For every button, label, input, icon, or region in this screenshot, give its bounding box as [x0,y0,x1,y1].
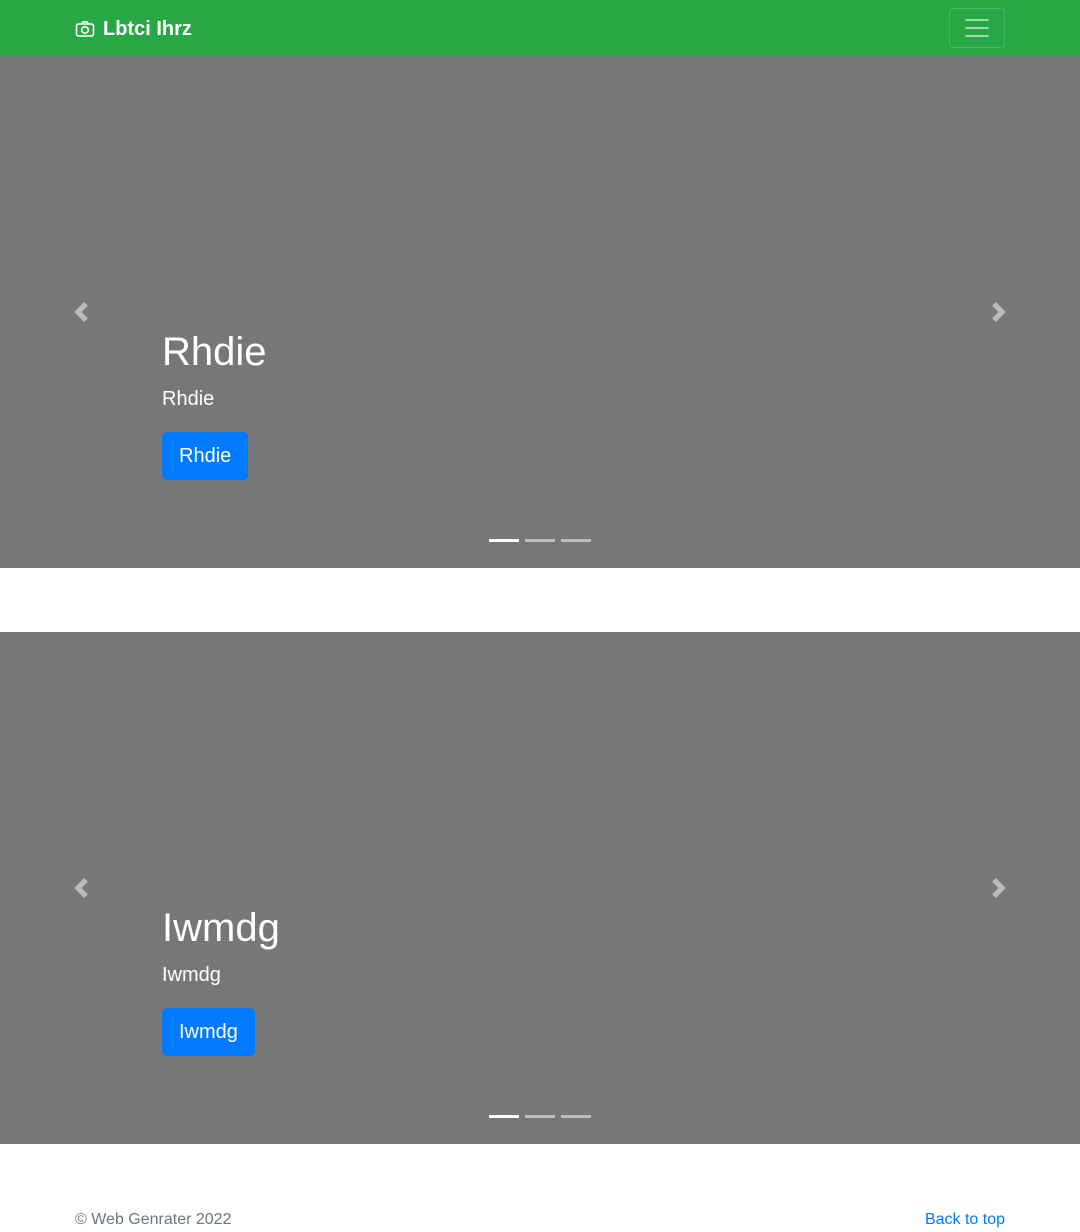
carousel-caption: Rhdie Rhdie Rhdie [162,328,918,480]
carousel-indicator-3[interactable] [561,1115,591,1118]
carousel-indicator-1[interactable] [489,1115,519,1118]
carousel-prev-button[interactable] [0,632,162,1144]
carousel-next-button[interactable] [918,56,1080,568]
carousel-1: Rhdie Rhdie Rhdie [0,56,1080,568]
carousel-indicator-2[interactable] [525,539,555,542]
carousel-prev-button[interactable] [0,56,162,568]
slide-button[interactable]: Iwmdg [162,1008,255,1056]
carousel-indicator-2[interactable] [525,1115,555,1118]
chevron-left-icon [74,302,88,322]
carousel-indicators [0,539,1080,542]
carousel-next-button[interactable] [918,632,1080,1144]
carousel-2: Iwmdg Iwmdg Iwmdg [0,632,1080,1144]
hamburger-icon [965,19,989,37]
slide-heading: Rhdie [162,330,267,374]
back-to-top-link[interactable]: Back to top [925,1210,1005,1230]
navbar: Lbtci Ihrz [0,0,1080,56]
slide-heading: Iwmdg [162,906,280,950]
copyright-text: © Web Genrater 2022 [75,1211,232,1228]
slide-text: Rhdie [162,388,215,410]
camera-icon [75,21,95,37]
carousel-caption: Iwmdg Iwmdg Iwmdg [162,904,918,1056]
chevron-left-icon [74,878,88,898]
footer: © Web Genrater 2022 Back to top [0,1200,1080,1232]
carousel-indicator-3[interactable] [561,539,591,542]
chevron-right-icon [992,878,1006,898]
brand-name: Lbtci Ihrz [103,18,192,40]
navbar-toggler-button[interactable] [949,8,1005,48]
slide-text: Iwmdg [162,964,221,986]
chevron-right-icon [992,302,1006,322]
slide-button[interactable]: Rhdie [162,432,249,480]
carousel-indicators [0,1115,1080,1118]
brand-link[interactable]: Lbtci Ihrz [75,15,192,43]
carousel-indicator-1[interactable] [489,539,519,542]
